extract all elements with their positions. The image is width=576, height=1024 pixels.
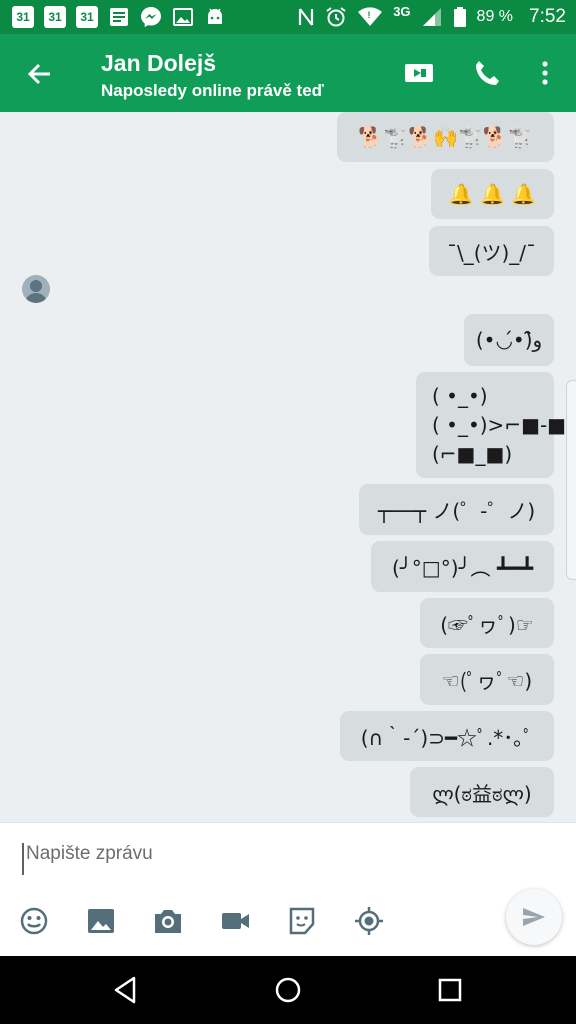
more-vert-icon[interactable] [530,58,560,88]
send-button[interactable] [506,889,562,945]
image-icon [173,8,193,26]
scroll-handle[interactable] [566,380,576,580]
camera-icon[interactable] [152,905,184,937]
status-bar: 31 31 31 ! 3G 89 % 7:52 [0,0,576,34]
message-composer: Napište zprávu [0,822,576,956]
battery-percent: 89 % [476,8,514,25]
recents-nav-icon[interactable] [434,974,466,1006]
message-bubble[interactable]: ლ(ಠ益ಠლ) [410,767,554,817]
message-bubble[interactable]: (∩｀-´)⊃━☆ﾟ.*･｡ﾟ [340,711,554,761]
nfc-icon [299,8,314,26]
message-list[interactable]: 🐕🐩🐕🙌🐩🐕🐩 🔔 🔔 🔔 ¯\_(ツ)_/¯ (•◡•́)و̑̑ ( •_•)… [0,112,576,822]
emoji-icon[interactable] [18,905,50,937]
message-bubble[interactable]: (•◡•́)و̑̑ [464,314,554,366]
system-status: ! 3G 89 % 7:52 [297,4,566,30]
back-arrow-icon[interactable] [24,59,54,89]
send-icon [523,908,545,926]
back-nav-icon[interactable] [110,974,142,1006]
gallery-icon[interactable] [85,905,117,937]
contact-name[interactable]: Jan Dolejš [101,50,216,77]
message-bubble[interactable]: (╯°□°)╯︵ ┻━┻ [371,541,554,592]
message-bubble[interactable]: ¯\_(ツ)_/¯ [429,226,554,276]
contact-avatar[interactable] [22,275,50,303]
notes-icon [110,8,128,26]
network-type: 3G [393,3,411,19]
sticker-icon[interactable] [286,905,318,937]
app-bar: Jan Dolejš Naposledy online právě teď [0,34,576,112]
alarm-icon [326,7,346,27]
calendar-icon: 31 [76,6,98,28]
messenger-icon [141,7,161,27]
calendar-icon: 31 [12,6,34,28]
phone-icon[interactable] [472,58,502,88]
svg-text:!: ! [368,10,371,20]
navigation-bar [0,956,576,1024]
message-bubble[interactable]: ☜(ﾟヮﾟ☜) [420,654,554,705]
wifi-icon: ! [358,7,383,26]
location-icon[interactable] [353,905,385,937]
message-bubble[interactable]: (☞ﾟヮﾟ)☞ [420,598,554,648]
message-bubble[interactable]: 🔔 🔔 🔔 [431,169,554,219]
notification-icons: 31 31 31 [12,6,226,28]
message-bubble[interactable]: ┬──┬ ノ(゜-゜ノ) [359,484,554,535]
signal-icon [422,8,441,26]
calendar-icon: 31 [44,6,66,28]
contact-status: Naposledy online právě teď [101,81,324,100]
battery-icon [453,7,466,27]
android-icon [208,8,222,24]
message-bubble[interactable]: ( •_•) ( •_•)>⌐■-■ (⌐■_■) [416,372,566,478]
video-call-icon[interactable] [404,58,434,88]
message-input[interactable]: Napište zprávu [22,843,486,875]
video-icon[interactable] [219,905,251,937]
clock: 7:52 [529,6,566,27]
message-bubble[interactable]: 🐕🐩🐕🙌🐩🐕🐩 [337,112,554,162]
home-nav-icon[interactable] [272,974,304,1006]
